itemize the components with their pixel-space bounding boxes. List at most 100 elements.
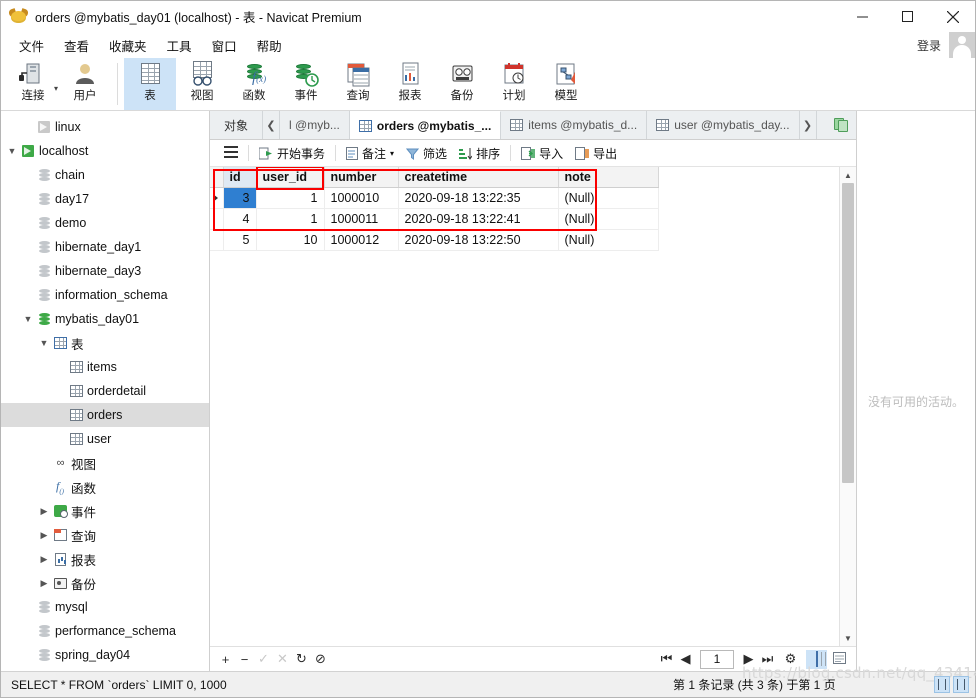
cell-user_id[interactable]: 1 (256, 187, 325, 209)
toolbar-connection[interactable]: 连接 ▾ (7, 58, 59, 110)
statusbar-pane-toggle-2[interactable] (953, 676, 969, 693)
sidebar-item-performance_schema[interactable]: performance_schema (1, 619, 209, 643)
cell-id[interactable]: 3 (223, 187, 257, 209)
sidebar-item-[interactable]: ▶ 查询 (1, 523, 209, 547)
sidebar-item-user[interactable]: user (1, 427, 209, 451)
sidebar-item-[interactable]: ▼ 表 (1, 331, 209, 355)
sidebar-item-items[interactable]: items (1, 355, 209, 379)
sidebar-item-mysql[interactable]: mysql (1, 595, 209, 619)
cell-note[interactable]: (Null) (558, 208, 659, 230)
vertical-scrollbar[interactable]: ▲ ▼ (839, 167, 856, 646)
add-record-button[interactable]: + (216, 650, 235, 669)
delete-record-button[interactable]: − (235, 650, 254, 669)
page-number-input[interactable]: 1 (700, 649, 734, 669)
menu-view[interactable]: 查看 (54, 33, 99, 58)
begin-transaction-button[interactable]: 开始事务 (253, 143, 331, 164)
chevron-right-icon[interactable]: ▶ (37, 554, 51, 565)
tab-items[interactable]: items @mybatis_d... (501, 111, 648, 139)
grid-menu-button[interactable] (218, 144, 244, 163)
toolbar-report[interactable]: 报表 (384, 58, 436, 110)
sidebar-item-localhost[interactable]: ▼ localhost (1, 139, 209, 163)
menu-file[interactable]: 文件 (9, 33, 54, 58)
chevron-down-icon[interactable]: ▾ (54, 84, 58, 93)
sidebar-item-linux[interactable]: linux (1, 115, 209, 139)
toolbar-table[interactable]: 表 (124, 58, 176, 110)
sidebar-item-day17[interactable]: day17 (1, 187, 209, 211)
first-page-button[interactable]: ⏮ (657, 650, 676, 669)
tab-orders[interactable]: orders @mybatis_... (349, 111, 502, 139)
column-header-createtime[interactable]: createtime (398, 167, 559, 188)
login-link[interactable]: 登录 (917, 37, 949, 54)
chevron-down-icon[interactable]: ▼ (21, 314, 35, 324)
sidebar-item-hibernate_day3[interactable]: hibernate_day3 (1, 259, 209, 283)
data-grid[interactable]: id user_id number createtime note 3 1 1000010 20… (210, 167, 839, 646)
chevron-down-icon[interactable]: ▼ (37, 338, 51, 348)
sidebar-item-[interactable]: ∞ 视图 (1, 451, 209, 475)
sidebar-item-[interactable]: ▶ 事件 (1, 499, 209, 523)
sidebar-item-[interactable]: f() 函数 (1, 475, 209, 499)
scroll-up-icon[interactable]: ▲ (840, 167, 856, 183)
cell-number[interactable]: 1000011 (324, 208, 399, 230)
cell-user_id[interactable]: 1 (256, 208, 325, 230)
table-row[interactable]: 3 1 1000010 2020-09-18 13:22:35 (Null) (210, 187, 659, 209)
sidebar-item-orderdetail[interactable]: orderdetail (1, 379, 209, 403)
sidebar-item-hibernate_day1[interactable]: hibernate_day1 (1, 235, 209, 259)
cell-note[interactable]: (Null) (558, 229, 659, 251)
statusbar-pane-toggle-1[interactable] (934, 676, 950, 693)
column-header-note[interactable]: note (558, 167, 659, 188)
toolbar-model[interactable]: 模型 (540, 58, 592, 110)
table-row[interactable]: 4 1 1000011 2020-09-18 13:22:41 (Null) (210, 208, 659, 230)
sidebar-item-spring_day04[interactable]: spring_day04 (1, 643, 209, 667)
menu-tools[interactable]: 工具 (157, 33, 202, 58)
menu-favorites[interactable]: 收藏夹 (99, 33, 157, 58)
cell-createtime[interactable]: 2020-09-18 13:22:41 (398, 208, 559, 230)
chevron-right-icon[interactable]: ▶ (37, 530, 51, 541)
sidebar-item-information_schema[interactable]: information_schema (1, 283, 209, 307)
menu-window[interactable]: 窗口 (202, 33, 247, 58)
minimize-button[interactable] (840, 1, 885, 32)
sort-button[interactable]: 排序 (453, 143, 506, 164)
cell-number[interactable]: 1000012 (324, 229, 399, 251)
tab-objects[interactable]: 对象 (210, 111, 264, 139)
cell-createtime[interactable]: 2020-09-18 13:22:35 (398, 187, 559, 209)
cell-id[interactable]: 5 (223, 229, 257, 251)
column-header-id[interactable]: id (223, 167, 257, 188)
close-button[interactable] (930, 1, 975, 32)
export-button[interactable]: 导出 (569, 143, 623, 164)
tab-overflow-icon[interactable]: ❯ (799, 111, 817, 139)
cell-user_id[interactable]: 10 (256, 229, 325, 251)
sidebar-item-[interactable]: ▶ 备份 (1, 571, 209, 595)
table-row[interactable]: 5 10 1000012 2020-09-18 13:22:50 (Null) (210, 229, 659, 251)
new-tab-button[interactable] (827, 111, 856, 139)
current-row-indicator[interactable] (210, 187, 224, 209)
chevron-right-icon[interactable]: ▶ (37, 578, 51, 589)
tab-user[interactable]: user @mybatis_day... (647, 111, 800, 139)
cell-id[interactable]: 4 (223, 208, 257, 230)
filter-button[interactable]: 筛选 (400, 143, 453, 164)
refresh-button[interactable]: ↻ (292, 650, 311, 669)
sidebar-item-[interactable]: ▶ 报表 (1, 547, 209, 571)
toolbar-event[interactable]: 事件 (280, 58, 332, 110)
tab-scroll-left-icon[interactable]: ❮ (263, 111, 281, 139)
scroll-down-icon[interactable]: ▼ (840, 630, 856, 646)
cell-note[interactable]: (Null) (558, 187, 659, 209)
column-header-number[interactable]: number (324, 167, 399, 188)
tab-0[interactable]: l @myb... (280, 111, 350, 139)
chevron-right-icon[interactable]: ▶ (37, 506, 51, 517)
maximize-button[interactable] (885, 1, 930, 32)
scrollbar-track[interactable] (840, 183, 856, 630)
import-button[interactable]: 导入 (515, 143, 569, 164)
sidebar-item-mybatis_day01[interactable]: ▼ mybatis_day01 (1, 307, 209, 331)
chevron-down-icon[interactable]: ▼ (5, 146, 19, 156)
note-button[interactable]: 备注 ▾ (340, 143, 400, 164)
prev-page-button[interactable]: ◀ (676, 650, 695, 669)
toolbar-backup[interactable]: 备份 (436, 58, 488, 110)
column-header-user_id[interactable]: user_id (256, 167, 325, 188)
sidebar-item-chain[interactable]: chain (1, 163, 209, 187)
chevron-down-icon[interactable]: ▾ (390, 149, 394, 158)
sidebar-item-orders[interactable]: orders (1, 403, 209, 427)
cell-createtime[interactable]: 2020-09-18 13:22:50 (398, 229, 559, 251)
row-marker[interactable] (210, 229, 224, 251)
scrollbar-thumb[interactable] (842, 183, 854, 483)
toolbar-view[interactable]: 视图 (176, 58, 228, 110)
